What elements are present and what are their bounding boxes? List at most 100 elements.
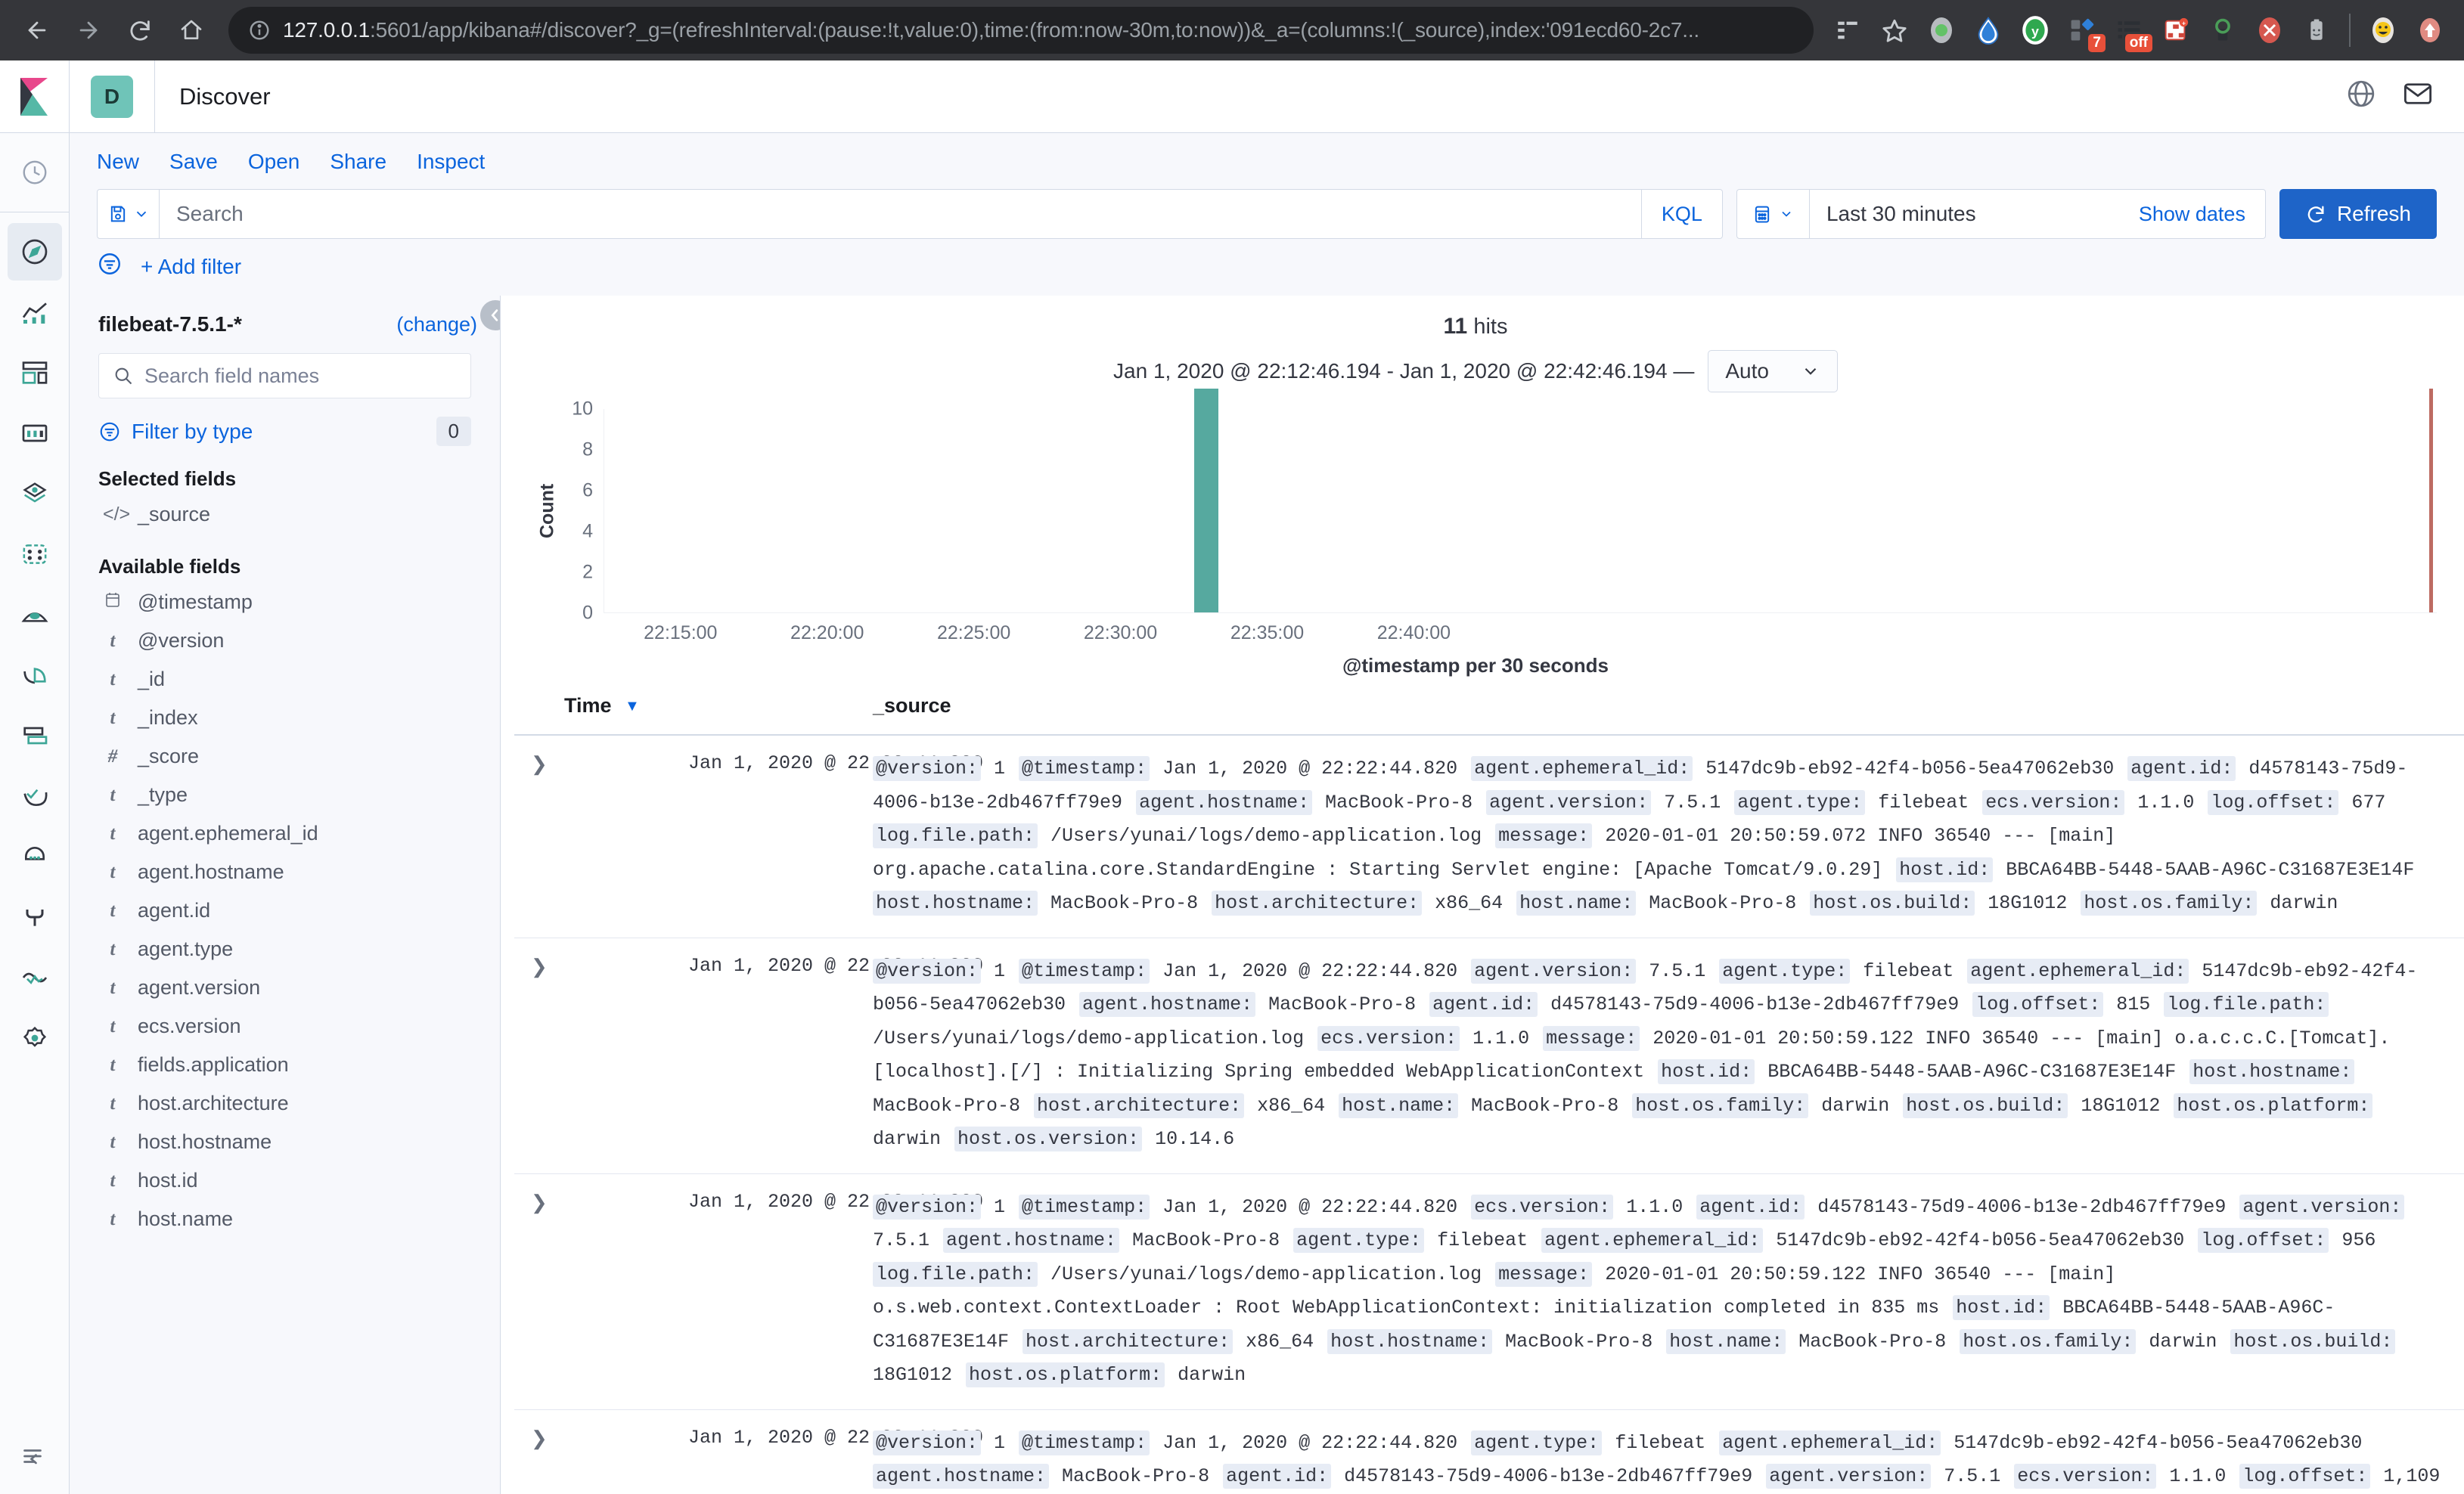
back-arrow-icon[interactable] (14, 7, 61, 54)
column-header-time[interactable]: Time ▼ (514, 677, 862, 736)
new-button[interactable]: New (97, 150, 139, 174)
field-item-agent-id[interactable]: t agent.id (70, 891, 500, 930)
forward-arrow-icon[interactable] (65, 7, 112, 54)
field-item-agent-ephemeral-id[interactable]: t agent.ephemeral_id (70, 814, 500, 853)
field-item-agent-hostname[interactable]: t agent.hostname (70, 853, 500, 891)
field-item-version[interactable]: t @version (70, 621, 500, 660)
x-tick-label: 22:30:00 (1083, 622, 1158, 643)
site-info-icon[interactable] (248, 19, 271, 42)
extension-blocks-icon[interactable]: 7 (2062, 10, 2106, 52)
sidebar-item-maps[interactable] (8, 465, 62, 522)
open-button[interactable]: Open (248, 150, 300, 174)
sidebar-item-uptime[interactable] (8, 767, 62, 825)
extension-list-icon[interactable]: off (2109, 10, 2152, 52)
recently-viewed-icon[interactable] (8, 144, 62, 201)
inspect-button[interactable]: Inspect (417, 150, 485, 174)
profile-avatar-icon[interactable] (2363, 10, 2403, 51)
source-field-key: @timestamp: (1019, 958, 1150, 984)
source-field-key: @version: (873, 958, 982, 984)
field-name: _source (138, 503, 211, 525)
source-field-key: host.os.platform: (2174, 1093, 2373, 1118)
extension-yoast-icon[interactable]: y (2015, 10, 2056, 51)
field-item-type[interactable]: t _type (70, 776, 500, 814)
reading-list-icon[interactable] (1827, 10, 1868, 51)
add-filter-button[interactable]: + Add filter (141, 255, 241, 279)
address-bar[interactable]: 127.0.0.1:5601/app/kibana#/discover?_g=(… (228, 7, 1814, 54)
reload-icon[interactable] (116, 7, 163, 54)
table-row[interactable]: ❯ Jan 1, 2020 @ 22:22:44.820 @version: 1 @… (514, 1173, 2464, 1410)
time-range-value[interactable]: Last 30 minutes (1810, 202, 2139, 226)
extension-battery-icon[interactable] (2296, 10, 2337, 51)
extension-drop-blue-icon[interactable] (1968, 10, 2009, 51)
sidebar-item-logs[interactable] (8, 707, 62, 764)
interval-select[interactable]: Auto (1708, 350, 1838, 392)
query-language-button[interactable]: KQL (1640, 190, 1722, 238)
sidebar-item-apm[interactable] (8, 646, 62, 704)
show-dates-button[interactable]: Show dates (2139, 203, 2265, 226)
kibana-logo[interactable] (0, 60, 70, 133)
source-field-value: d4578143-75d9-4006-b13e-2db467ff79e9 (1539, 993, 1971, 1015)
column-header-source[interactable]: _source (862, 677, 2464, 736)
query-bar[interactable]: Search KQL (97, 189, 1723, 239)
field-item-host-hostname[interactable]: t host.hostname (70, 1123, 500, 1161)
toggle-state-badge: off (2124, 34, 2152, 52)
extension-magnifier-icon[interactable] (2202, 10, 2243, 51)
field-item-id[interactable]: t _id (70, 660, 500, 699)
bookmark-star-icon[interactable] (1874, 10, 1915, 51)
field-item-source[interactable]: </> _source (70, 495, 500, 534)
sidebar-item-monitoring[interactable] (8, 949, 62, 1006)
field-item-agent-type[interactable]: t agent.type (70, 930, 500, 969)
expand-row-icon[interactable]: ❯ (514, 1173, 688, 1410)
extension-upload-icon[interactable] (2410, 10, 2450, 51)
table-row[interactable]: ❯ Jan 1, 2020 @ 22:22:44.820 @version: 1 @… (514, 938, 2464, 1174)
table-row[interactable]: ❯ Jan 1, 2020 @ 22:22:44.820 @version: 1 @… (514, 735, 2464, 938)
extension-circle-gray-icon[interactable] (1921, 10, 1962, 51)
sidebar-item-dashboard[interactable] (8, 344, 62, 401)
notifications-mail-icon[interactable] (2402, 78, 2434, 115)
field-item-agent-version[interactable]: t agent.version (70, 969, 500, 1007)
field-item-fields-application[interactable]: t fields.application (70, 1046, 500, 1084)
extension-sitemap-icon[interactable]: + (2155, 10, 2196, 51)
home-icon[interactable] (168, 7, 215, 54)
plot-area[interactable] (604, 389, 2437, 613)
field-name: agent.type (138, 938, 234, 960)
field-item-host-name[interactable]: t host.name (70, 1200, 500, 1238)
change-index-pattern-link[interactable]: (change) (396, 313, 477, 336)
expand-row-icon[interactable]: ❯ (514, 938, 688, 1174)
collapse-nav-icon[interactable] (8, 1434, 62, 1491)
row-time: Jan 1, 2020 @ 22:22:44.820 (688, 1409, 983, 1494)
sidebar-item-visualize[interactable] (8, 284, 62, 341)
time-picker[interactable]: Last 30 minutes Show dates (1736, 189, 2266, 239)
sidebar-item-management[interactable] (8, 1009, 62, 1067)
share-button[interactable]: Share (330, 150, 386, 174)
field-item-host-architecture[interactable]: t host.architecture (70, 1084, 500, 1123)
field-item-host-id[interactable]: t host.id (70, 1161, 500, 1200)
sort-desc-icon[interactable]: ▼ (625, 698, 640, 715)
extension-adblock-icon[interactable] (2249, 10, 2290, 51)
source-field-key: agent.version: (1486, 789, 1652, 815)
saved-query-button[interactable] (98, 190, 160, 238)
field-item-index[interactable]: t _index (70, 699, 500, 737)
field-item-ecs-version[interactable]: t ecs.version (70, 1007, 500, 1046)
sidebar-item-siem[interactable] (8, 828, 62, 885)
expand-row-icon[interactable]: ❯ (514, 735, 688, 938)
sidebar-item-canvas[interactable] (8, 404, 62, 462)
save-button[interactable]: Save (169, 150, 218, 174)
y-tick-label: 0 (582, 602, 593, 624)
sidebar-item-machine-learning-icon[interactable] (8, 525, 62, 583)
sidebar-item-dev-tools[interactable] (8, 888, 62, 946)
refresh-button[interactable]: Refresh (2279, 189, 2437, 239)
histogram-bar[interactable] (1194, 389, 1218, 612)
calendar-icon[interactable] (1737, 190, 1810, 238)
field-item-timestamp[interactable]: @timestamp (70, 583, 500, 621)
filter-options-icon[interactable] (97, 251, 123, 282)
field-item-score[interactable]: # _score (70, 737, 500, 776)
sidebar-item-discover[interactable] (7, 223, 62, 281)
sidebar-item-infrastructure[interactable] (8, 586, 62, 643)
filter-by-type-row[interactable]: Filter by type 0 (98, 417, 471, 446)
help-globe-icon[interactable] (2346, 79, 2376, 114)
expand-row-icon[interactable]: ❯ (514, 1409, 688, 1494)
table-row[interactable]: ❯ Jan 1, 2020 @ 22:22:44.820 @version: 1 @… (514, 1409, 2464, 1494)
search-input[interactable]: Search (160, 202, 1641, 226)
field-search-input[interactable]: Search field names (98, 353, 471, 398)
